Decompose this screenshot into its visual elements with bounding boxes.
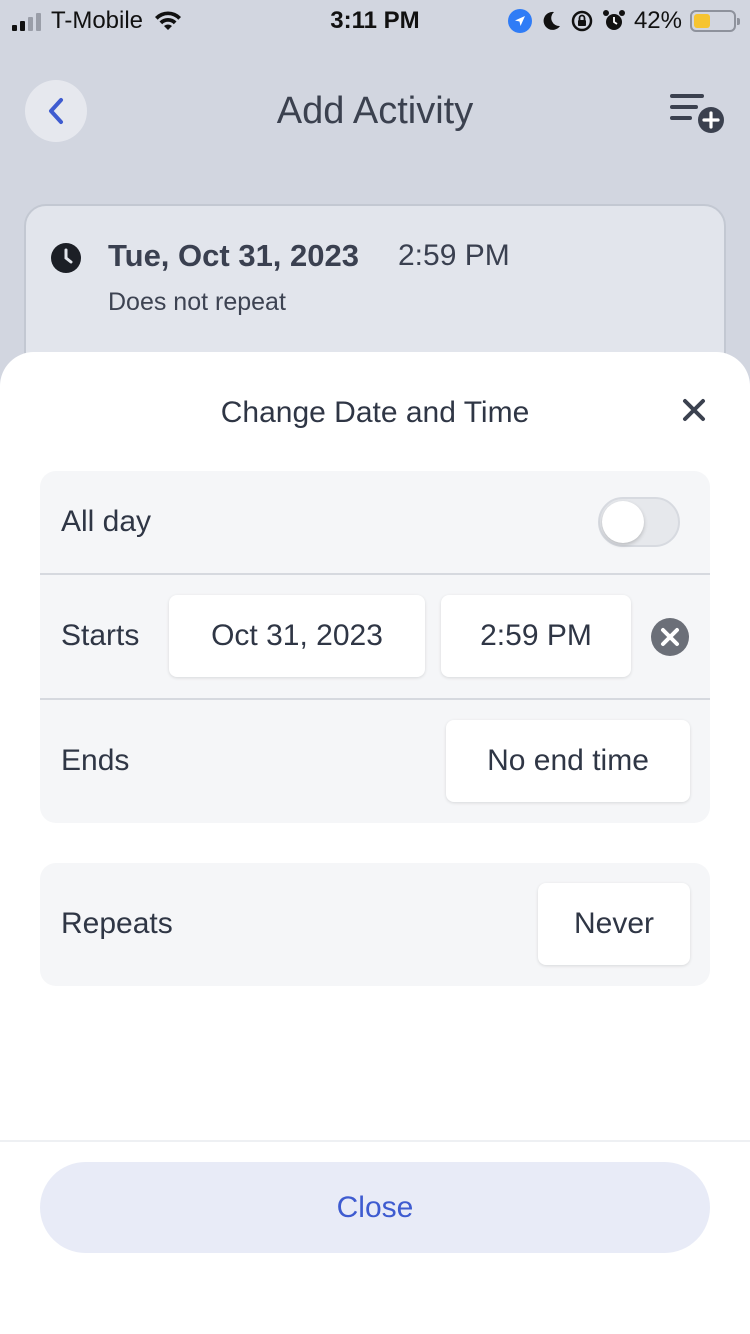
clock-icon: [51, 243, 81, 273]
ends-label: Ends: [61, 744, 130, 777]
ends-row: Ends No end time: [40, 700, 710, 823]
page-title: Add Activity: [276, 90, 474, 132]
starts-row: Starts Oct 31, 2023 2:59 PM: [40, 575, 710, 699]
moon-icon: [543, 11, 560, 30]
rotation-lock-icon: [571, 10, 593, 32]
date-time-group: All day Starts Oct 31, 2023 2:59 PM Ends…: [40, 471, 710, 823]
close-icon: [683, 399, 705, 421]
alarm-icon: [602, 10, 625, 30]
add-to-list-icon: [670, 94, 724, 133]
activity-time: 2:59 PM: [398, 239, 510, 272]
close-button[interactable]: Close: [40, 1162, 710, 1253]
starts-label: Starts: [61, 619, 140, 652]
all-day-label: All day: [61, 505, 152, 538]
clear-circle-icon: [651, 618, 689, 656]
start-time-button[interactable]: 2:59 PM: [441, 595, 631, 677]
activity-repeat: Does not repeat: [108, 288, 286, 316]
repeats-button[interactable]: Never: [538, 883, 690, 965]
activity-date: Tue, Oct 31, 2023: [108, 238, 359, 273]
sheet-close-button[interactable]: [676, 392, 712, 428]
footer-divider: [0, 1140, 750, 1142]
battery-icon: [690, 10, 740, 32]
repeats-group: Repeats Never: [40, 863, 710, 986]
start-date-button[interactable]: Oct 31, 2023: [169, 595, 425, 677]
battery-percent: 42%: [633, 7, 682, 34]
all-day-toggle[interactable]: [598, 497, 680, 547]
status-bar: T-Mobile 3:11 PM 42%: [0, 0, 750, 40]
clear-start-button[interactable]: [650, 617, 690, 657]
sheet-title: Change Date and Time: [220, 396, 530, 429]
repeats-label: Repeats: [61, 907, 173, 940]
location-icon: [507, 9, 532, 33]
add-to-list-button[interactable]: [668, 90, 728, 136]
status-right: 42%: [507, 7, 740, 35]
toggle-knob: [602, 501, 644, 543]
end-time-button[interactable]: No end time: [446, 720, 690, 802]
battery-fill: [694, 14, 710, 28]
all-day-row: All day: [40, 471, 710, 574]
date-time-sheet: Change Date and Time All day Starts Oct …: [0, 352, 750, 1334]
